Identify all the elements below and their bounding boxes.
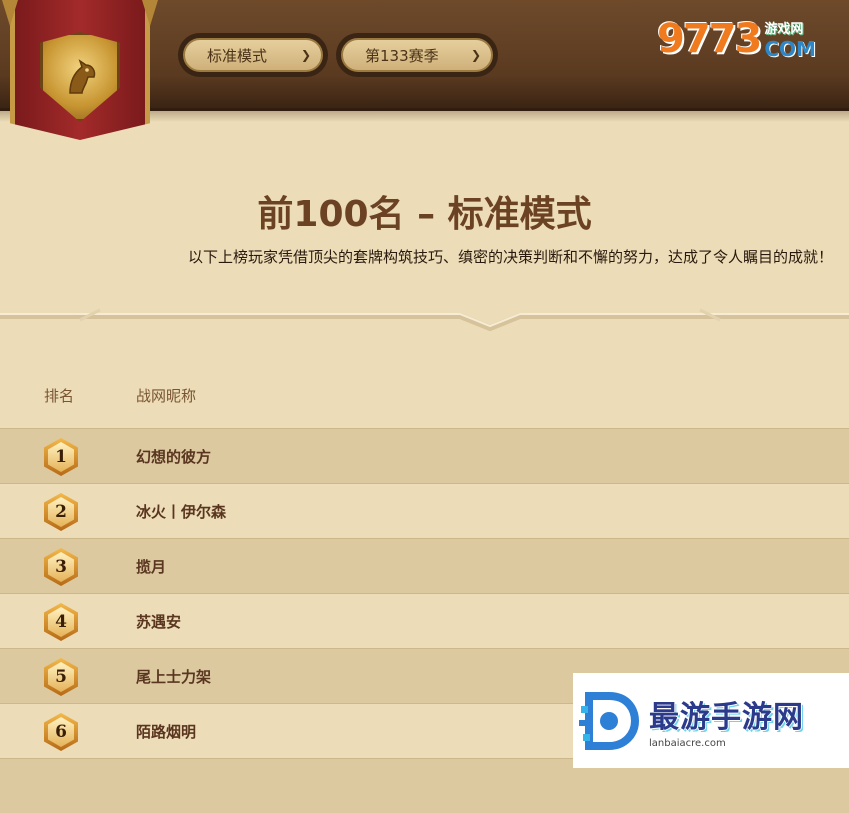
player-name: 揽月 <box>136 558 167 576</box>
rank-badge-icon: 2 <box>44 493 78 531</box>
site-logo[interactable]: 9773 游戏网 COM <box>657 14 833 64</box>
chevron-down-icon: ❯ <box>470 48 481 62</box>
table-row: 4 苏遇安 <box>0 593 849 648</box>
chevron-down-icon: ❯ <box>300 48 311 62</box>
season-dropdown-label: 第133赛季 <box>365 46 439 65</box>
ornament-divider <box>0 308 849 332</box>
season-dropdown[interactable]: 第133赛季 ❯ <box>336 33 498 77</box>
rank-number: 6 <box>55 722 67 742</box>
watermark: 最游手游网 lanbaiacre.com <box>573 673 849 768</box>
page-subtitle: 以下上榜玩家凭借顶尖的套牌构筑技巧、缜密的决策判断和不懈的努力，达成了令人瞩目的… <box>187 248 833 266</box>
banner-horn-left <box>2 0 18 26</box>
rank-number: 3 <box>55 557 67 577</box>
player-name: 冰火丨伊尔森 <box>136 503 227 521</box>
player-name: 尾上士力架 <box>136 668 212 686</box>
table-row: 3 揽月 <box>0 538 849 593</box>
mode-dropdown[interactable]: 标准模式 ❯ <box>178 33 328 77</box>
rank-badge-icon: 3 <box>44 548 78 586</box>
watermark-logo-icon <box>579 691 639 750</box>
rank-badge-icon: 5 <box>44 658 78 696</box>
rank-badge-icon: 1 <box>44 438 78 476</box>
rank-number: 5 <box>55 667 67 687</box>
column-rank: 排名 <box>44 387 75 405</box>
table-row: 1 幻想的彼方 <box>0 428 849 483</box>
player-name: 幻想的彼方 <box>136 448 212 466</box>
table-header: 排名 战网昵称 <box>0 385 849 409</box>
site-logo-com: COM <box>764 36 816 61</box>
rank-badge-icon: 6 <box>44 713 78 751</box>
rank-badge-icon: 4 <box>44 603 78 641</box>
column-battletag: 战网昵称 <box>136 387 197 405</box>
mode-dropdown-label: 标准模式 <box>207 46 268 65</box>
rank-number: 4 <box>55 612 67 632</box>
watermark-text: 最游手游网 <box>649 700 804 735</box>
rank-number: 1 <box>55 447 67 467</box>
player-name: 苏遇安 <box>136 613 182 631</box>
banner-horn-right <box>142 0 158 26</box>
watermark-url: lanbaiacre.com <box>649 738 726 749</box>
horse-head-icon <box>69 59 96 94</box>
table-row: 2 冰火丨伊尔森 <box>0 483 849 538</box>
site-logo-number: 9773 <box>657 16 762 62</box>
player-name: 陌路烟明 <box>136 723 197 741</box>
site-logo-cn: 游戏网 <box>764 21 804 37</box>
rank-number: 2 <box>55 502 67 522</box>
page-title: 前100名 – 标准模式 <box>257 194 592 235</box>
